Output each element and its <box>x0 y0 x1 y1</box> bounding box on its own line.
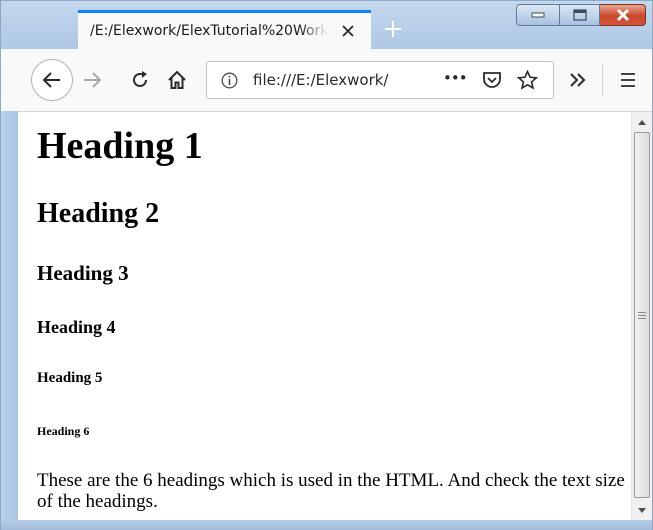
scroll-up-button[interactable] <box>632 114 652 130</box>
heading-3: Heading 3 <box>37 261 129 285</box>
star-icon[interactable] <box>516 69 539 94</box>
heading-6: Heading 6 <box>37 424 90 438</box>
minimize-button[interactable] <box>516 4 560 26</box>
body-paragraph: These are the 6 headings which is used i… <box>37 470 625 512</box>
scroll-thumb[interactable] <box>634 132 650 498</box>
chevron-double-right-icon <box>570 73 586 87</box>
page-actions-button[interactable]: ••• <box>443 69 468 87</box>
arrow-up-icon <box>638 119 646 125</box>
back-arrow-icon <box>42 72 60 88</box>
maximize-button[interactable] <box>560 4 600 26</box>
close-tab-icon <box>342 25 354 37</box>
page-content: Heading 1 Heading 2 Heading 3 Heading 4 … <box>18 112 631 520</box>
new-tab-button[interactable] <box>381 17 405 41</box>
url-bar[interactable]: file:///E:/Elexwork/ ••• <box>206 61 554 99</box>
arrow-down-icon <box>638 507 646 513</box>
home-button[interactable] <box>165 68 189 92</box>
navigation-toolbar: file:///E:/Elexwork/ ••• <box>1 49 652 112</box>
pocket-icon[interactable] <box>482 71 502 94</box>
toolbar-separator <box>602 63 603 97</box>
heading-4: Heading 4 <box>37 317 116 337</box>
vertical-scrollbar[interactable] <box>631 112 652 520</box>
reload-icon <box>133 71 147 87</box>
tab-title: /E:/Elexwork/ElexTutorial%20Work%20 <box>90 23 328 39</box>
active-tab[interactable]: /E:/Elexwork/ElexTutorial%20Work%20 <box>78 10 371 49</box>
heading-5: Heading 5 <box>37 370 103 386</box>
heading-1: Heading 1 <box>37 125 203 167</box>
site-info-icon[interactable] <box>221 72 238 93</box>
back-button[interactable] <box>31 59 73 101</box>
url-text[interactable]: file:///E:/Elexwork/ <box>253 71 403 89</box>
heading-2: Heading 2 <box>37 198 160 229</box>
home-icon <box>168 70 186 89</box>
forward-button[interactable] <box>81 69 103 91</box>
minimize-icon <box>531 12 545 18</box>
window-controls <box>516 4 646 28</box>
maximize-icon <box>572 9 587 21</box>
close-window-button[interactable] <box>600 4 646 26</box>
overflow-button[interactable] <box>566 68 590 92</box>
reload-button[interactable] <box>128 68 152 92</box>
plus-icon <box>385 21 401 37</box>
browser-window: /E:/Elexwork/ElexTutorial%20Work%20 <box>0 0 653 530</box>
window-frame-bottom <box>1 520 652 530</box>
window-frame-left <box>1 111 18 521</box>
forward-arrow-icon <box>84 72 102 88</box>
scroll-down-button[interactable] <box>632 502 652 518</box>
hamburger-menu-icon <box>621 73 635 87</box>
tab-strip: /E:/Elexwork/ElexTutorial%20Work%20 <box>1 1 652 49</box>
menu-button[interactable] <box>616 68 640 92</box>
close-icon <box>616 9 629 21</box>
tab-close-button[interactable] <box>337 20 359 42</box>
grip-icon <box>638 312 646 319</box>
